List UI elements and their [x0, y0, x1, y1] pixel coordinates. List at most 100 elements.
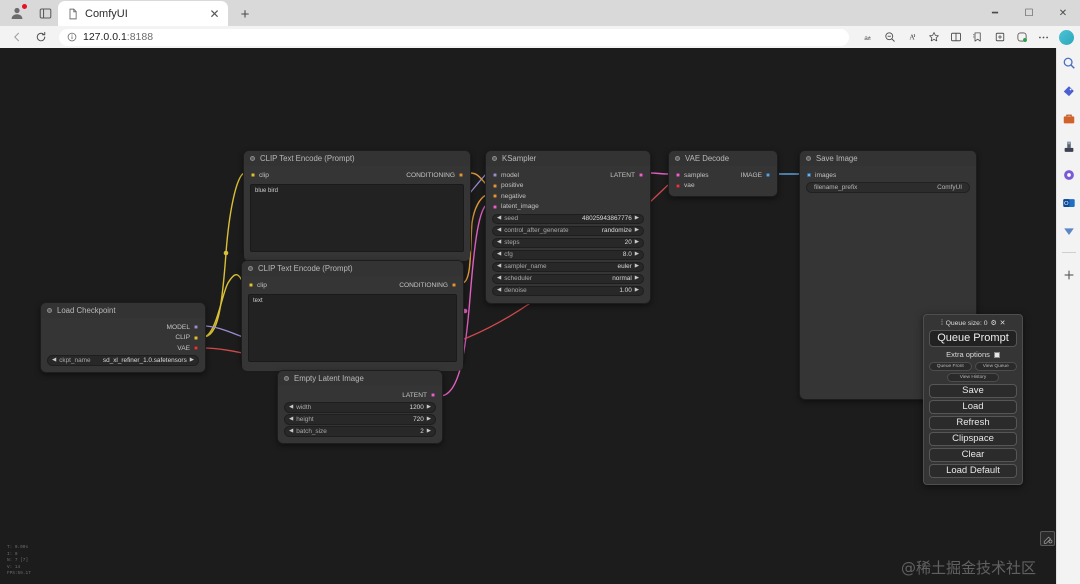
slot-dot[interactable] — [807, 173, 811, 178]
widget-cfg[interactable]: ◀ cfg 8.0 ▶ — [492, 249, 644, 260]
chevron-right-icon[interactable]: ▶ — [190, 357, 194, 364]
output-slot-clip[interactable]: CLIP — [175, 334, 198, 341]
slot-dot[interactable] — [493, 194, 497, 199]
address-bar[interactable]: 127.0.0.1:8188 — [59, 28, 849, 46]
browser-tab[interactable]: ComfyUI ✕ — [58, 1, 228, 26]
slot-dot[interactable] — [194, 335, 198, 340]
chevron-right-icon[interactable]: ▶ — [635, 275, 639, 282]
node-ksampler[interactable]: KSampler model LATENT positive negative … — [485, 150, 651, 304]
zoom-out-icon[interactable] — [879, 28, 900, 47]
collapse-icon[interactable] — [492, 156, 497, 161]
chevron-right-icon[interactable]: ▶ — [635, 215, 639, 222]
input-slot-positive[interactable]: positive — [493, 182, 523, 189]
queue-prompt-button[interactable]: Queue Prompt — [929, 330, 1017, 347]
collapse-icon[interactable] — [248, 266, 253, 271]
slot-row[interactable]: clip CONDITIONING — [244, 170, 470, 181]
slot-row[interactable]: model LATENT — [486, 170, 650, 181]
chevron-right-icon[interactable]: ▶ — [427, 404, 431, 411]
output-slot-row[interactable]: MODEL — [41, 322, 205, 333]
widget-seed[interactable]: ◀ seed 48025943867776 ▶ — [492, 213, 644, 224]
split-screen-icon[interactable] — [945, 28, 966, 47]
node-clip-text-encode-positive[interactable]: CLIP Text Encode (Prompt) clip CONDITION… — [243, 150, 471, 261]
widget-control-after-generate[interactable]: ◀ control_after_generate randomize ▶ — [492, 225, 644, 236]
gear-icon[interactable]: ⚙ — [991, 319, 997, 327]
search-icon[interactable] — [1060, 54, 1077, 71]
slot-dot[interactable] — [459, 173, 463, 178]
chevron-right-icon[interactable]: ▶ — [427, 428, 431, 435]
view-history-button[interactable]: View History — [947, 373, 999, 382]
chevron-right-icon[interactable]: ▶ — [635, 287, 639, 294]
node-title[interactable]: CLIP Text Encode (Prompt) — [242, 261, 463, 276]
node-title[interactable]: VAE Decode — [669, 151, 777, 166]
collapse-icon[interactable] — [250, 156, 255, 161]
output-slot-vae[interactable]: VAE — [177, 345, 198, 352]
avatar[interactable] — [1059, 29, 1074, 45]
dropper-icon[interactable] — [1060, 222, 1077, 239]
slot-dot[interactable] — [676, 173, 680, 178]
load-default-button[interactable]: Load Default — [929, 464, 1017, 478]
slot-dot[interactable] — [493, 173, 497, 178]
slot-dot[interactable] — [766, 173, 770, 178]
add-sidebar-icon[interactable] — [1060, 266, 1077, 283]
collapse-icon[interactable] — [47, 308, 52, 313]
slot-dot[interactable] — [194, 346, 198, 351]
slot-dot[interactable] — [493, 204, 497, 209]
slot-row[interactable]: images — [800, 170, 976, 181]
drag-grip-icon[interactable]: ⁞⁞ — [941, 320, 944, 327]
input-slot-latent-image[interactable]: latent_image — [493, 203, 539, 210]
collapse-icon[interactable] — [675, 156, 680, 161]
favorites-list-icon[interactable] — [967, 28, 988, 47]
close-icon[interactable]: ✕ — [207, 6, 222, 21]
collapse-icon[interactable] — [806, 156, 811, 161]
output-slot-row[interactable]: CLIP — [41, 333, 205, 344]
tab-search-button[interactable] — [32, 2, 58, 24]
collapse-icon[interactable] — [284, 376, 289, 381]
new-tab-button[interactable]: + — [232, 2, 258, 26]
prompt-textarea[interactable]: text — [248, 293, 457, 362]
refresh-button[interactable]: Refresh — [929, 416, 1017, 430]
slot-row[interactable]: positive — [486, 181, 650, 192]
copilot-icon[interactable] — [1060, 166, 1077, 183]
output-slot-model[interactable]: MODEL — [167, 324, 198, 331]
slot-dot[interactable] — [452, 283, 456, 288]
profile-button[interactable] — [4, 2, 30, 24]
slot-dot[interactable] — [493, 183, 497, 188]
input-slot-negative[interactable]: negative — [493, 193, 526, 200]
collections-icon[interactable] — [989, 28, 1010, 47]
tools-icon[interactable] — [1060, 110, 1077, 127]
node-title[interactable]: Empty Latent Image — [278, 371, 442, 386]
widget-width[interactable]: ◀ width 1200 ▶ — [284, 402, 436, 413]
widget-ckpt-name[interactable]: ◀ ckpt_name sd_xl_refiner_1.0.safetensor… — [47, 355, 199, 366]
chevron-right-icon[interactable]: ▶ — [635, 239, 639, 246]
slot-dot[interactable] — [431, 393, 435, 398]
queue-front-button[interactable]: Queue Front — [929, 362, 972, 371]
prompt-textarea[interactable]: blue bird — [250, 183, 464, 252]
chevron-right-icon[interactable]: ▶ — [635, 227, 639, 234]
input-slot-vae[interactable]: vae — [676, 182, 695, 189]
output-slot-conditioning[interactable]: CONDITIONING — [406, 172, 463, 179]
extra-options-checkbox[interactable] — [993, 351, 1000, 358]
output-slot-image[interactable]: IMAGE — [741, 172, 770, 179]
slot-dot[interactable] — [194, 325, 198, 330]
chevron-right-icon[interactable]: ▶ — [635, 251, 639, 258]
widget-steps[interactable]: ◀ steps 20 ▶ — [492, 237, 644, 248]
widget-sampler-name[interactable]: ◀ sampler_name euler ▶ — [492, 261, 644, 272]
output-slot-latent[interactable]: LATENT — [402, 392, 435, 399]
slot-row[interactable]: LATENT — [278, 390, 442, 401]
input-slot-images[interactable]: images — [807, 172, 836, 179]
close-icon[interactable]: ✕ — [1046, 0, 1080, 26]
slot-dot[interactable] — [249, 283, 253, 288]
browser-essentials-icon[interactable] — [1011, 28, 1032, 47]
chevron-right-icon[interactable]: ▶ — [427, 416, 431, 423]
node-vae-decode[interactable]: VAE Decode samples IMAGE vae — [668, 150, 778, 197]
close-icon[interactable]: ✕ — [1000, 319, 1006, 327]
reload-icon[interactable] — [30, 28, 51, 47]
node-title[interactable]: Save Image — [800, 151, 976, 166]
node-empty-latent-image[interactable]: Empty Latent Image LATENT ◀ width 1200 ▶… — [277, 370, 443, 444]
games-icon[interactable] — [1060, 138, 1077, 155]
extra-options-row[interactable]: Extra options — [929, 350, 1017, 359]
slot-row[interactable]: vae — [669, 181, 777, 192]
outlook-icon[interactable]: O — [1060, 194, 1077, 211]
clear-button[interactable]: Clear — [929, 448, 1017, 462]
node-load-checkpoint[interactable]: Load Checkpoint MODEL CLIP VAE ◀ ckpt_na… — [40, 302, 206, 373]
